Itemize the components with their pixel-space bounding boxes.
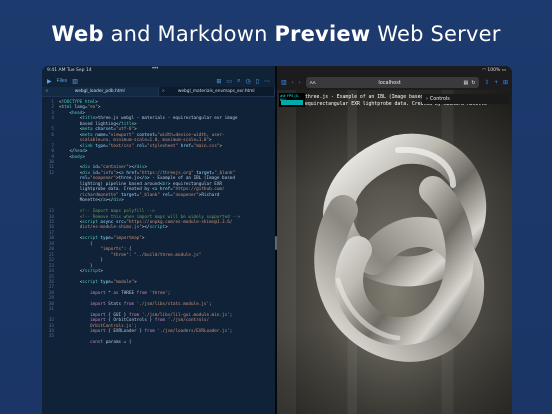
close-tab-icon[interactable]: × bbox=[162, 89, 166, 94]
more-icon[interactable]: ⋯ bbox=[264, 78, 270, 85]
tab-label: webgl_materials_envmaps_exr.html bbox=[177, 89, 255, 94]
line-number: 35 bbox=[48, 334, 54, 340]
sidebar-icon[interactable]: ▥ bbox=[281, 79, 287, 86]
controls-label: Controls bbox=[429, 96, 450, 102]
reader-aa-button[interactable]: AA bbox=[310, 80, 316, 85]
reader-icon[interactable]: ▤ bbox=[463, 80, 468, 86]
share-icon[interactable]: ⇪ bbox=[484, 79, 489, 86]
battery-percent: 100% bbox=[487, 68, 501, 73]
editor-toolbar: ▶ Files ▥ ⊞ ▭ ⌕ ◷ ▯ ⋯ bbox=[42, 75, 275, 87]
status-bar-battery: ◠ 100% ▭ bbox=[277, 66, 512, 75]
headline-web: Web bbox=[51, 22, 104, 46]
editor-tabs: × webgl_loader_pdb.html × webgl_material… bbox=[42, 87, 275, 97]
chevron-right-icon: › bbox=[426, 96, 428, 102]
tab-webgl-materials-envmaps-exr[interactable]: × webgl_materials_envmaps_exr.html bbox=[159, 87, 275, 96]
tabs-overview-icon[interactable]: ⊞ bbox=[503, 79, 508, 86]
multitask-dots-icon[interactable]: ••• bbox=[152, 66, 158, 72]
tab-label: webgl_loader_pdb.html bbox=[74, 89, 125, 94]
code-lines: <!DOCTYPE html> <html lang="en"> <head> … bbox=[59, 100, 241, 345]
files-button[interactable]: Files bbox=[57, 78, 68, 84]
code-editor-pane: 9:41 AM Tue Sep 14 ••• ▶ Files ▥ ⊞ ▭ ⌕ ◷… bbox=[42, 66, 275, 414]
browser-toolbar: ▥ ‹ › AA localhost ▤ ↻ ⇪ + ⊞ bbox=[277, 75, 512, 90]
forward-icon[interactable]: › bbox=[299, 80, 301, 86]
url-text[interactable]: localhost bbox=[319, 80, 461, 86]
browser-pane: ◠ 100% ▭ ▥ ‹ › AA localhost ▤ ↻ ⇪ + ⊞ ##… bbox=[277, 66, 512, 414]
controls-panel-toggle[interactable]: › Controls bbox=[422, 94, 510, 104]
grid-icon[interactable]: ⊞ bbox=[216, 78, 221, 85]
ipad-device: 9:41 AM Tue Sep 14 ••• ▶ Files ▥ ⊞ ▭ ⌕ ◷… bbox=[42, 66, 512, 414]
fps-graph bbox=[281, 100, 303, 105]
new-tab-icon[interactable]: + bbox=[494, 80, 498, 86]
headline-preview: Preview bbox=[274, 22, 371, 46]
clock-icon[interactable]: ◷ bbox=[245, 78, 250, 85]
battery-icon: ▭ bbox=[501, 68, 506, 73]
play-icon[interactable]: ▶ bbox=[47, 78, 52, 85]
headline-web-server: Web Server bbox=[370, 22, 501, 46]
back-icon[interactable]: ‹ bbox=[292, 80, 294, 86]
terminal-icon[interactable]: ▭ bbox=[226, 78, 232, 85]
reload-icon[interactable]: ↻ bbox=[471, 80, 475, 86]
line-number-gutter: 1234 56 7 8 9 10 11 12 13 14 15 16 17 18 19 20 21 22 23… bbox=[42, 100, 56, 340]
status-bar-time: 9:41 AM Tue Sep 14 bbox=[47, 68, 92, 73]
tab-webgl-loader-pdb[interactable]: × webgl_loader_pdb.html bbox=[42, 87, 159, 96]
fps-stats-panel[interactable]: ## FPS (0-60) bbox=[279, 93, 305, 107]
torus-knot-model bbox=[314, 133, 487, 362]
headline: Web and Markdown Preview Web Server bbox=[0, 22, 552, 46]
search-icon[interactable]: ⌕ bbox=[237, 78, 240, 85]
sidebar-icon[interactable]: ▥ bbox=[72, 78, 78, 85]
address-bar[interactable]: AA localhost ▤ ↻ bbox=[305, 77, 480, 88]
close-tab-icon[interactable]: × bbox=[45, 89, 49, 94]
webgl-viewport[interactable]: ## FPS (0-60) three.js - Example of an I… bbox=[277, 90, 512, 414]
code-area[interactable]: 1234 56 7 8 9 10 11 12 13 14 15 16 17 18 19 20 21 22 23… bbox=[42, 100, 275, 414]
headline-and-markdown: and Markdown bbox=[103, 22, 275, 46]
document-icon[interactable]: ▯ bbox=[256, 78, 259, 85]
